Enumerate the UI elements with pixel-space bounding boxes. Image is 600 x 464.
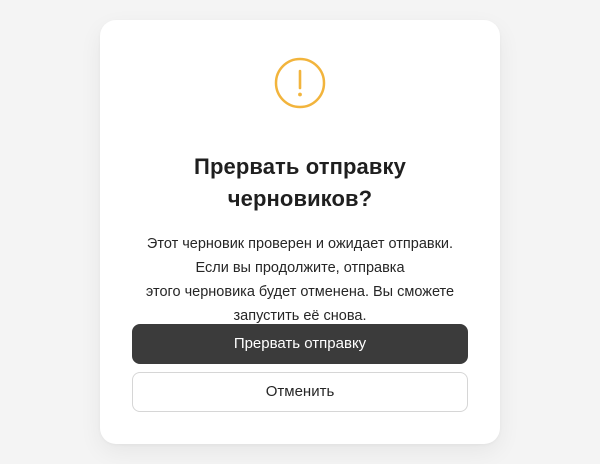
dialog-message: Этот черновик проверен и ожидает отправк…: [100, 232, 500, 328]
warning-icon: [274, 57, 326, 109]
dialog-message-line: Этот черновик проверен и ожидает отправк…: [146, 236, 454, 252]
abort-drafts-dialog: Прервать отправку черновиков? Этот черно…: [100, 20, 500, 444]
dialog-title: Прервать отправку черновиков?: [100, 151, 500, 215]
dialog-title-line: Прервать отправку: [194, 154, 406, 179]
dialog-message-line: этого черновика будет отменена. Вы сможе…: [145, 284, 455, 300]
dialog-message-line: Если вы продолжите, отправка: [195, 260, 405, 276]
dialog-title-line: черновиков?: [227, 186, 373, 211]
cancel-button[interactable]: Отменить: [132, 372, 468, 412]
abort-sending-button[interactable]: Прервать отправку: [132, 324, 468, 364]
